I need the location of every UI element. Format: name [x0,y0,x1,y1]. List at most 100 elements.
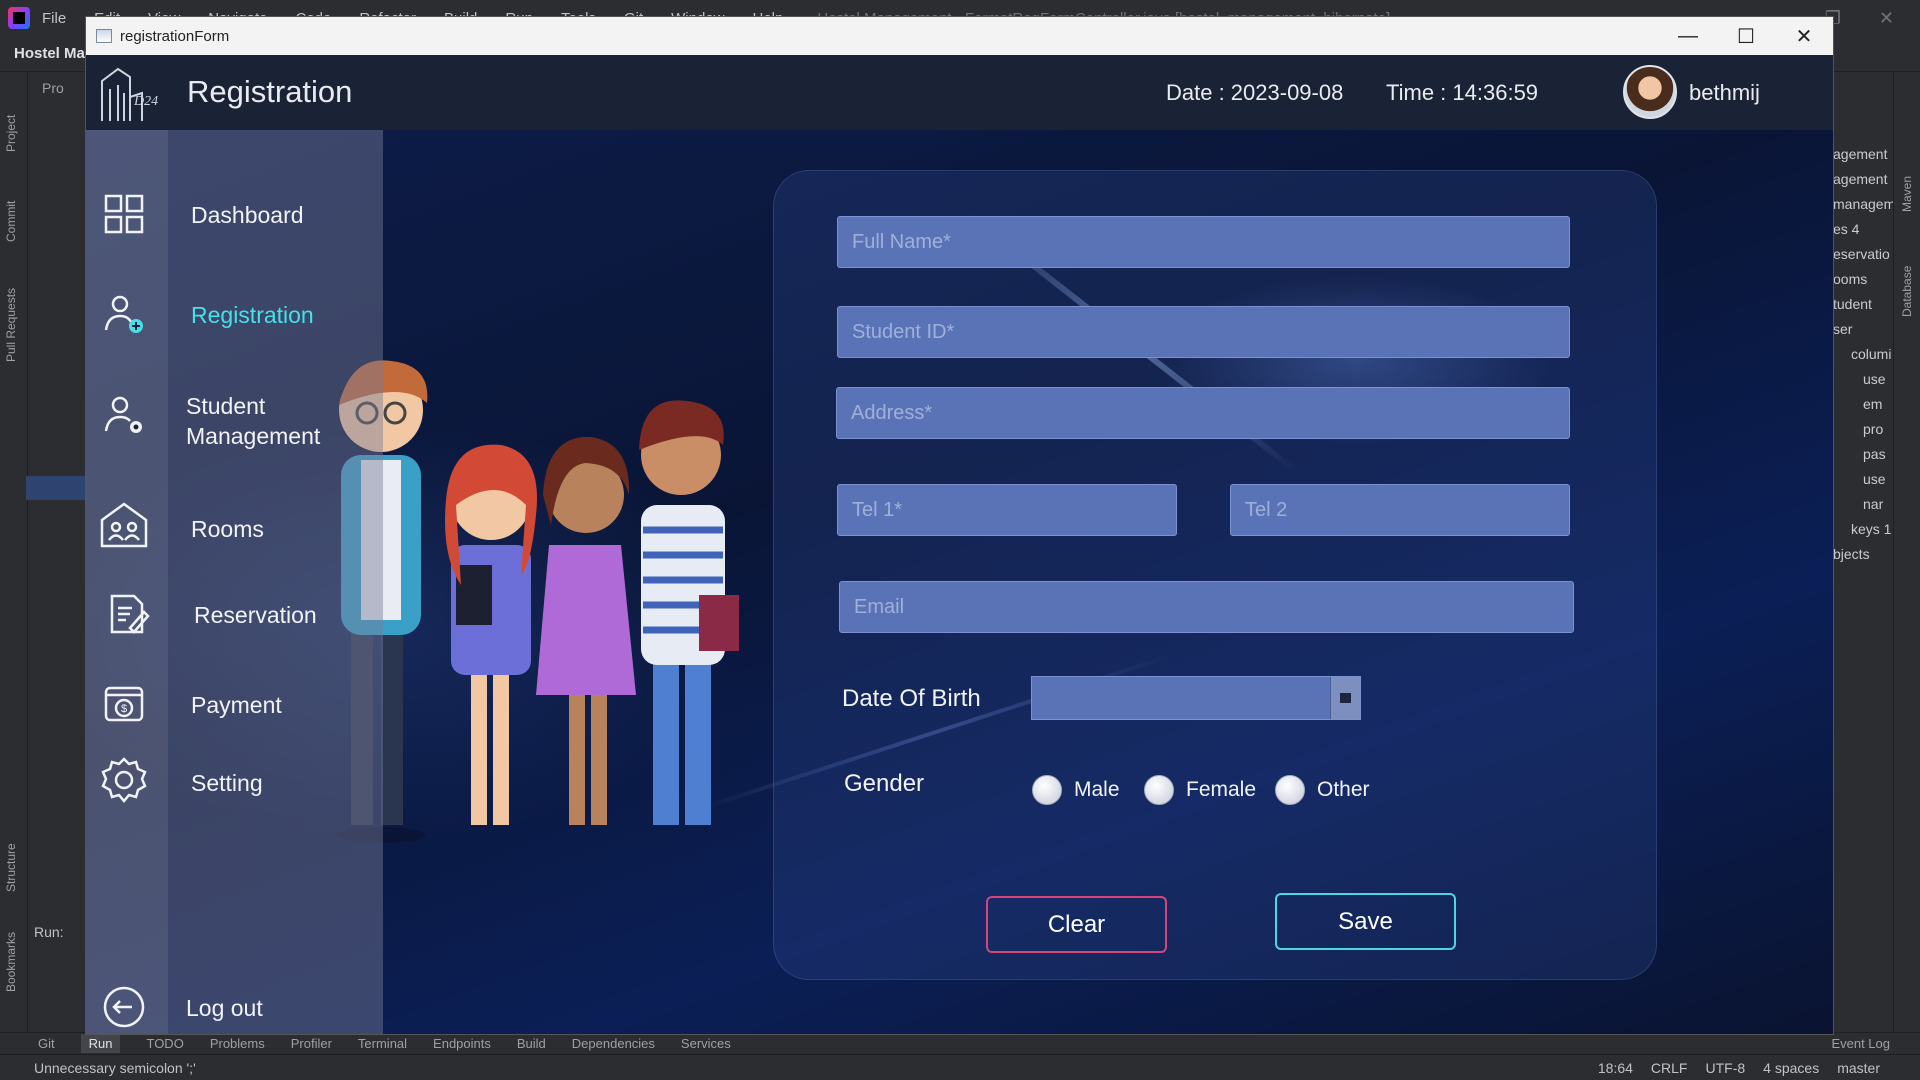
sidebar-item-registration[interactable]: Registration [86,282,383,342]
sidebar-item-reservation[interactable]: Reservation [86,582,383,642]
tab-project[interactable]: Project [4,115,18,152]
db-item[interactable]: em [1833,396,1893,412]
full-name-input[interactable] [837,216,1570,268]
gender-label: Gender [844,770,925,797]
sidebar-item-student-management[interactable]: Student Management [86,383,383,463]
tool-build[interactable]: Build [517,1036,546,1051]
minimize-button[interactable]: — [1659,17,1717,55]
gender-female-radio[interactable]: Female [1144,775,1256,805]
svg-text:$: $ [121,703,127,715]
tool-profiler[interactable]: Profiler [291,1036,332,1051]
tool-problems[interactable]: Problems [210,1036,265,1051]
ide-bottom-toolbar: Git Run TODO Problems Profiler Terminal … [0,1032,1920,1054]
tool-services[interactable]: Services [681,1036,731,1051]
ide-project-label: Pro [42,80,64,96]
db-item[interactable]: keys 1 [1833,521,1893,537]
tool-event-log[interactable]: Event Log [1831,1036,1890,1051]
db-item[interactable]: tudent [1833,296,1893,312]
sidebar-item-label: Registration [191,302,314,328]
ide-selected-row[interactable] [26,476,86,500]
status-git-branch[interactable]: master [1837,1060,1880,1076]
intellij-logo-icon[interactable] [8,7,30,29]
menu-file[interactable]: File [42,10,66,27]
db-item[interactable]: ooms [1833,271,1893,287]
date-display: Date : 2023-09-08 [1166,80,1344,105]
dob-date-picker[interactable] [1031,676,1361,720]
time-display: Time : 14:36:59 [1386,80,1539,105]
ide-database-panel: agement agement managem es 4 eservatio o… [1833,72,1893,1032]
status-line-separator[interactable]: CRLF [1651,1060,1688,1076]
address-input[interactable] [836,387,1570,439]
app-header: D24 Registration Date : 2023-09-08 Time … [86,55,1833,130]
tel2-input[interactable] [1230,484,1570,536]
calendar-icon[interactable] [1330,677,1360,719]
tool-endpoints[interactable]: Endpoints [433,1036,491,1051]
status-cursor-position[interactable]: 18:64 [1598,1060,1633,1076]
tool-run[interactable]: Run [80,1034,121,1053]
page-title: Registration [187,74,353,109]
tool-terminal[interactable]: Terminal [358,1036,407,1051]
tel1-input[interactable] [837,484,1177,536]
db-item[interactable]: agement [1833,171,1893,187]
clear-button[interactable]: Clear [986,896,1167,953]
db-item[interactable]: use [1833,371,1893,387]
db-item[interactable]: es 4 [1833,221,1893,237]
tool-dependencies[interactable]: Dependencies [572,1036,655,1051]
db-item[interactable]: use [1833,471,1893,487]
ide-project-panel: Pro Run: [26,72,86,1032]
status-encoding[interactable]: UTF-8 [1705,1060,1745,1076]
student-boy-striped-shirt [639,400,739,825]
status-indent[interactable]: 4 spaces [1763,1060,1819,1076]
registration-window: registrationForm — ☐ ✕ D24 Registration … [86,17,1833,1034]
radio-circle[interactable] [1275,775,1305,805]
db-item[interactable]: managem [1833,196,1893,212]
tool-todo[interactable]: TODO [146,1036,183,1051]
grid-icon [104,194,144,234]
maximize-button[interactable]: ☐ [1717,17,1775,55]
radio-circle[interactable] [1032,775,1062,805]
sidebar-item-dashboard[interactable]: Dashboard [86,182,383,242]
db-item[interactable]: eservatio [1833,246,1893,262]
ide-window-controls: ❐ ✕ [1825,0,1920,36]
email-input[interactable] [839,581,1574,633]
app-body: Dashboard Registration Student Managemen… [86,130,1833,1034]
tab-structure[interactable]: Structure [4,843,18,892]
sidebar-item-label: Rooms [191,516,264,542]
avatar[interactable] [1623,65,1677,119]
student-id-input[interactable] [837,306,1570,358]
tab-bookmarks[interactable]: Bookmarks [4,932,18,992]
logout-icon [103,986,145,1028]
window-titlebar[interactable]: registrationForm — ☐ ✕ [86,17,1833,55]
sidebar-item-label: Payment [191,692,282,718]
payment-icon: $ [104,686,144,722]
registration-form-panel [773,170,1657,980]
window-title: registrationForm [120,27,230,45]
db-item[interactable]: bjects [1833,546,1893,562]
tab-maven[interactable]: Maven [1900,176,1914,212]
sidebar-item-payment[interactable]: $ Payment [86,672,383,732]
gender-other-radio[interactable]: Other [1275,775,1370,805]
gender-male-radio[interactable]: Male [1032,775,1120,805]
sidebar-item-setting[interactable]: Setting [86,750,383,810]
db-item[interactable]: pas [1833,446,1893,462]
tool-git[interactable]: Git [38,1036,55,1051]
sidebar-item-rooms[interactable]: Rooms [86,496,383,556]
close-button[interactable]: ✕ [1775,17,1833,55]
db-item[interactable]: pro [1833,421,1893,437]
db-item[interactable]: columi [1833,346,1893,362]
tab-commit[interactable]: Commit [4,201,18,242]
radio-label: Other [1317,778,1370,801]
ide-close-icon[interactable]: ✕ [1879,8,1894,29]
db-item[interactable]: nar [1833,496,1893,512]
db-item[interactable]: ser [1833,321,1893,337]
tab-pull-requests[interactable]: Pull Requests [4,288,18,362]
student-girl-purple-dress [536,436,636,825]
status-right: 18:64 CRLF UTF-8 4 spaces master [1598,1060,1880,1076]
radio-circle[interactable] [1144,775,1174,805]
logout-button[interactable]: Log out [86,975,383,1034]
username[interactable]: bethmij [1689,80,1760,106]
db-item[interactable]: agement [1833,146,1893,162]
tab-database[interactable]: Database [1900,266,1914,317]
save-button[interactable]: Save [1275,893,1456,950]
ide-statusbar: Unnecessary semicolon ';' 18:64 CRLF UTF… [0,1054,1920,1080]
